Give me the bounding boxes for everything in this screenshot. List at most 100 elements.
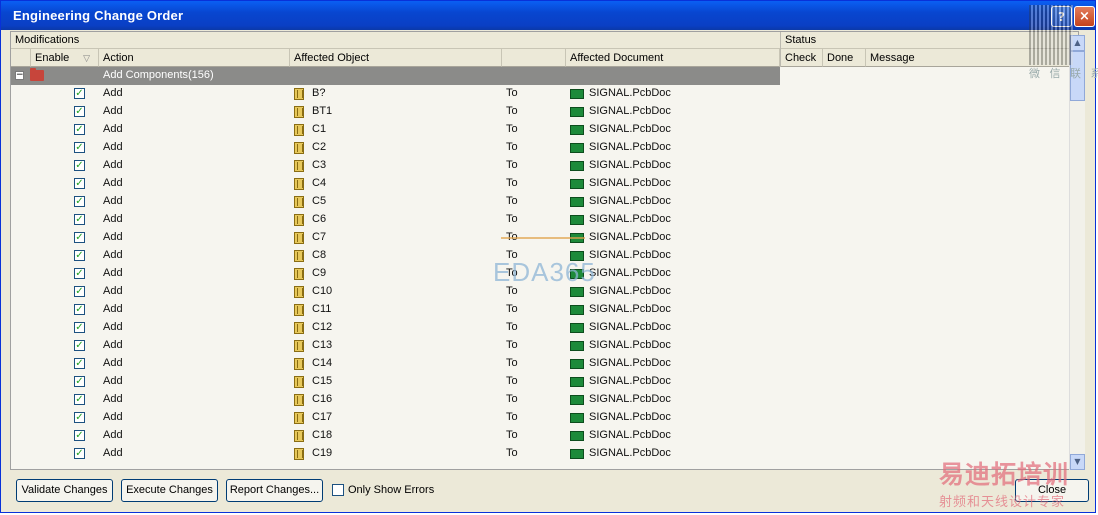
column-header-affected-document[interactable]: Affected Document <box>566 49 780 67</box>
pcb-document-icon <box>570 197 584 207</box>
cn-training-watermark: 易迪拓培训 射频和天线设计专家 <box>939 455 1098 513</box>
qr-code-watermark: 微 信 联 系 <box>1029 5 1098 83</box>
enable-checkbox[interactable]: ✓ <box>74 106 85 117</box>
table-row[interactable]: ✓ Add C13 To SIGNAL.PcbDoc <box>11 337 780 355</box>
enable-checkbox[interactable]: ✓ <box>74 88 85 99</box>
table-row[interactable]: ✓ Add C4 To SIGNAL.PcbDoc <box>11 175 780 193</box>
pcb-document-icon <box>570 89 584 99</box>
table-row[interactable]: ✓ Add C18 To SIGNAL.PcbDoc <box>11 427 780 445</box>
table-row[interactable]: ✓ Add C7 To SIGNAL.PcbDoc <box>11 229 780 247</box>
affected-document-cell: SIGNAL.PcbDoc <box>589 195 671 207</box>
to-cell: To <box>506 195 518 207</box>
component-icon <box>294 340 304 352</box>
eco-dialog: Engineering Change Order ? × Modificatio… <box>0 0 1098 513</box>
affected-document-cell: SIGNAL.PcbDoc <box>589 159 671 171</box>
enable-checkbox[interactable]: ✓ <box>74 142 85 153</box>
pcb-document-icon <box>570 107 584 117</box>
table-row[interactable]: ✓ Add C11 To SIGNAL.PcbDoc <box>11 301 780 319</box>
only-show-errors-checkbox[interactable] <box>332 484 344 496</box>
table-row[interactable]: ✓ Add BT1 To SIGNAL.PcbDoc <box>11 103 780 121</box>
pcb-document-icon <box>570 377 584 387</box>
table-row[interactable]: ✓ Add C16 To SIGNAL.PcbDoc <box>11 391 780 409</box>
enable-checkbox[interactable]: ✓ <box>74 178 85 189</box>
enable-checkbox[interactable]: ✓ <box>74 412 85 423</box>
table-row[interactable]: ✓ Add C12 To SIGNAL.PcbDoc <box>11 319 780 337</box>
table-row[interactable]: ✓ Add B? To SIGNAL.PcbDoc <box>11 85 780 103</box>
action-cell: Add <box>103 105 123 117</box>
affected-document-cell: SIGNAL.PcbDoc <box>589 213 671 225</box>
table-row[interactable]: ✓ Add C15 To SIGNAL.PcbDoc <box>11 373 780 391</box>
action-cell: Add <box>103 447 123 459</box>
enable-checkbox[interactable]: ✓ <box>74 322 85 333</box>
action-cell: Add <box>103 141 123 153</box>
component-icon <box>294 232 304 244</box>
action-cell: Add <box>103 213 123 225</box>
title-bar[interactable]: Engineering Change Order ? × <box>1 1 1095 30</box>
table-row[interactable]: ✓ Add C9 To SIGNAL.PcbDoc <box>11 265 780 283</box>
enable-checkbox[interactable]: ✓ <box>74 430 85 441</box>
table-row[interactable]: ✓ Add C19 To SIGNAL.PcbDoc <box>11 445 780 463</box>
action-cell: Add <box>103 231 123 243</box>
component-icon <box>294 196 304 208</box>
to-cell: To <box>506 429 518 441</box>
pcb-document-icon <box>570 395 584 405</box>
pcb-document-icon <box>570 341 584 351</box>
table-row[interactable]: ✓ Add C1 To SIGNAL.PcbDoc <box>11 121 780 139</box>
pcb-document-icon <box>570 215 584 225</box>
validate-changes-button[interactable]: Validate Changes <box>16 479 113 502</box>
enable-checkbox[interactable]: ✓ <box>74 250 85 261</box>
group-row-add-components[interactable]: − Add Components(156) <box>11 67 780 85</box>
affected-object-cell: C8 <box>312 249 327 261</box>
affected-object-cell: C7 <box>312 231 327 243</box>
enable-checkbox[interactable]: ✓ <box>74 124 85 135</box>
column-header-done[interactable]: Done <box>823 49 866 67</box>
execute-changes-button[interactable]: Execute Changes <box>121 479 218 502</box>
action-cell: Add <box>103 123 123 135</box>
column-header-spacer[interactable] <box>502 49 566 67</box>
enable-checkbox[interactable]: ✓ <box>74 358 85 369</box>
enable-checkbox[interactable]: ✓ <box>74 196 85 207</box>
component-icon <box>294 268 304 280</box>
header-tree-spacer <box>11 49 31 67</box>
enable-checkbox[interactable]: ✓ <box>74 160 85 171</box>
component-icon <box>294 322 304 334</box>
enable-checkbox[interactable]: ✓ <box>74 232 85 243</box>
pcb-document-icon <box>570 323 584 333</box>
enable-checkbox[interactable]: ✓ <box>74 214 85 225</box>
column-header-action[interactable]: Action <box>99 49 290 67</box>
component-icon <box>294 250 304 262</box>
affected-object-cell: C19 <box>312 447 333 459</box>
action-cell: Add <box>103 285 123 297</box>
enable-checkbox[interactable]: ✓ <box>74 394 85 405</box>
eda365-watermark: EDA365 <box>491 233 611 289</box>
pcb-document-icon <box>570 161 584 171</box>
table-row[interactable]: ✓ Add C3 To SIGNAL.PcbDoc <box>11 157 780 175</box>
to-cell: To <box>506 213 518 225</box>
enable-checkbox[interactable]: ✓ <box>74 448 85 459</box>
collapse-icon[interactable]: − <box>15 71 24 80</box>
column-header-affected-object[interactable]: Affected Object <box>290 49 502 67</box>
table-row[interactable]: ✓ Add C8 To SIGNAL.PcbDoc <box>11 247 780 265</box>
sort-filter-icon[interactable]: ▽ <box>83 49 90 67</box>
table-row[interactable]: ✓ Add C17 To SIGNAL.PcbDoc <box>11 409 780 427</box>
vertical-scrollbar[interactable]: ▲ ▼ <box>1069 35 1085 470</box>
table-row[interactable]: ✓ Add C5 To SIGNAL.PcbDoc <box>11 193 780 211</box>
component-icon <box>294 106 304 118</box>
action-cell: Add <box>103 357 123 369</box>
enable-checkbox[interactable]: ✓ <box>74 268 85 279</box>
table-row[interactable]: ✓ Add C2 To SIGNAL.PcbDoc <box>11 139 780 157</box>
affected-object-cell: C3 <box>312 159 327 171</box>
affected-object-cell: C6 <box>312 213 327 225</box>
enable-checkbox[interactable]: ✓ <box>74 304 85 315</box>
table-row[interactable]: ✓ Add C10 To SIGNAL.PcbDoc <box>11 283 780 301</box>
enable-checkbox[interactable]: ✓ <box>74 286 85 297</box>
table-row[interactable]: ✓ Add C6 To SIGNAL.PcbDoc <box>11 211 780 229</box>
enable-checkbox[interactable]: ✓ <box>74 340 85 351</box>
close-window-button[interactable]: × <box>1074 6 1095 27</box>
column-header-check[interactable]: Check <box>780 49 823 67</box>
column-header-enable[interactable]: Enable ▽ <box>31 49 99 67</box>
report-changes-button[interactable]: Report Changes... <box>226 479 323 502</box>
enable-checkbox[interactable]: ✓ <box>74 376 85 387</box>
table-row[interactable]: ✓ Add C14 To SIGNAL.PcbDoc <box>11 355 780 373</box>
to-cell: To <box>506 177 518 189</box>
